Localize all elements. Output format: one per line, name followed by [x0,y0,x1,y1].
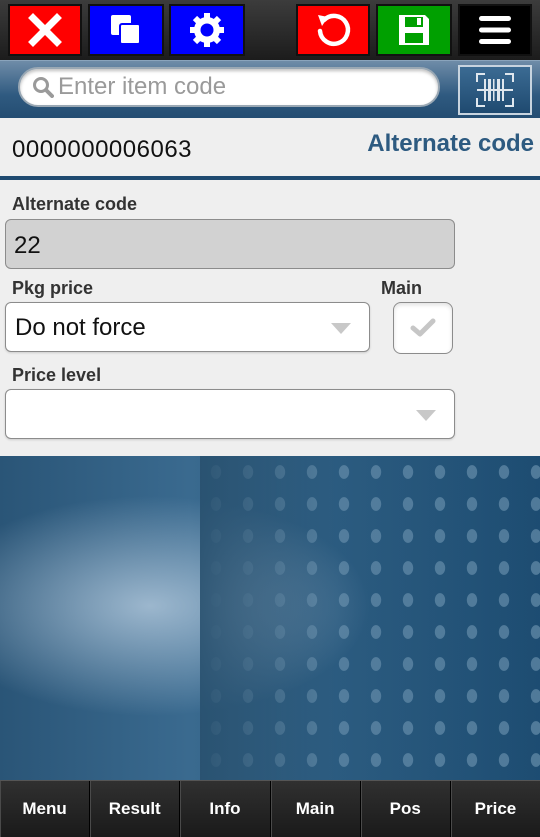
close-icon [28,13,62,47]
bottom-nav: Menu Result Info Main Pos Price [0,780,540,837]
nav-info[interactable]: Info [180,781,271,837]
toolbar [0,0,540,60]
form: Alternate code 22 Pkg price Main Do not … [0,180,540,456]
alternate-code-field[interactable]: 22 [5,219,455,269]
nav-price[interactable]: Price [451,781,540,837]
background-fade [200,456,540,780]
pkg-price-label: Pkg price [12,278,94,298]
scan-button[interactable] [458,65,532,115]
price-level-label: Price level [12,365,102,385]
hamburger-icon [479,16,511,44]
copy-button[interactable] [88,4,164,56]
main-checkbox[interactable] [393,302,453,354]
nav-pos[interactable]: Pos [361,781,451,837]
search-icon [33,77,54,98]
barcode-scan-icon [476,73,514,107]
chevron-down-icon [416,410,436,421]
search-field[interactable] [18,67,440,107]
search-input[interactable] [58,73,428,101]
item-header: 0000000006063 Alternate code [0,118,540,180]
nav-menu[interactable]: Menu [0,781,91,837]
pkg-price-select[interactable]: Do not force [5,302,370,352]
price-level-select[interactable] [5,389,455,439]
save-button[interactable] [376,4,452,56]
gear-icon [190,13,224,47]
alternate-code-label: Alternate code [12,194,138,214]
main-label: Main [381,278,423,298]
undo-button[interactable] [296,4,370,56]
undo-icon [317,13,351,47]
nav-result[interactable]: Result [90,781,181,837]
check-icon [410,318,436,337]
background-image [0,456,540,780]
chevron-down-icon [331,323,351,334]
copy-icon [111,15,141,45]
close-button[interactable] [8,4,82,56]
settings-button[interactable] [169,4,245,56]
page-title: Alternate code [367,130,534,157]
search-bar [0,60,540,118]
save-icon [399,15,429,45]
item-code: 0000000006063 [12,136,193,163]
nav-main[interactable]: Main [271,781,361,837]
pkg-price-value: Do not force [15,314,146,341]
menu-button[interactable] [458,4,532,56]
